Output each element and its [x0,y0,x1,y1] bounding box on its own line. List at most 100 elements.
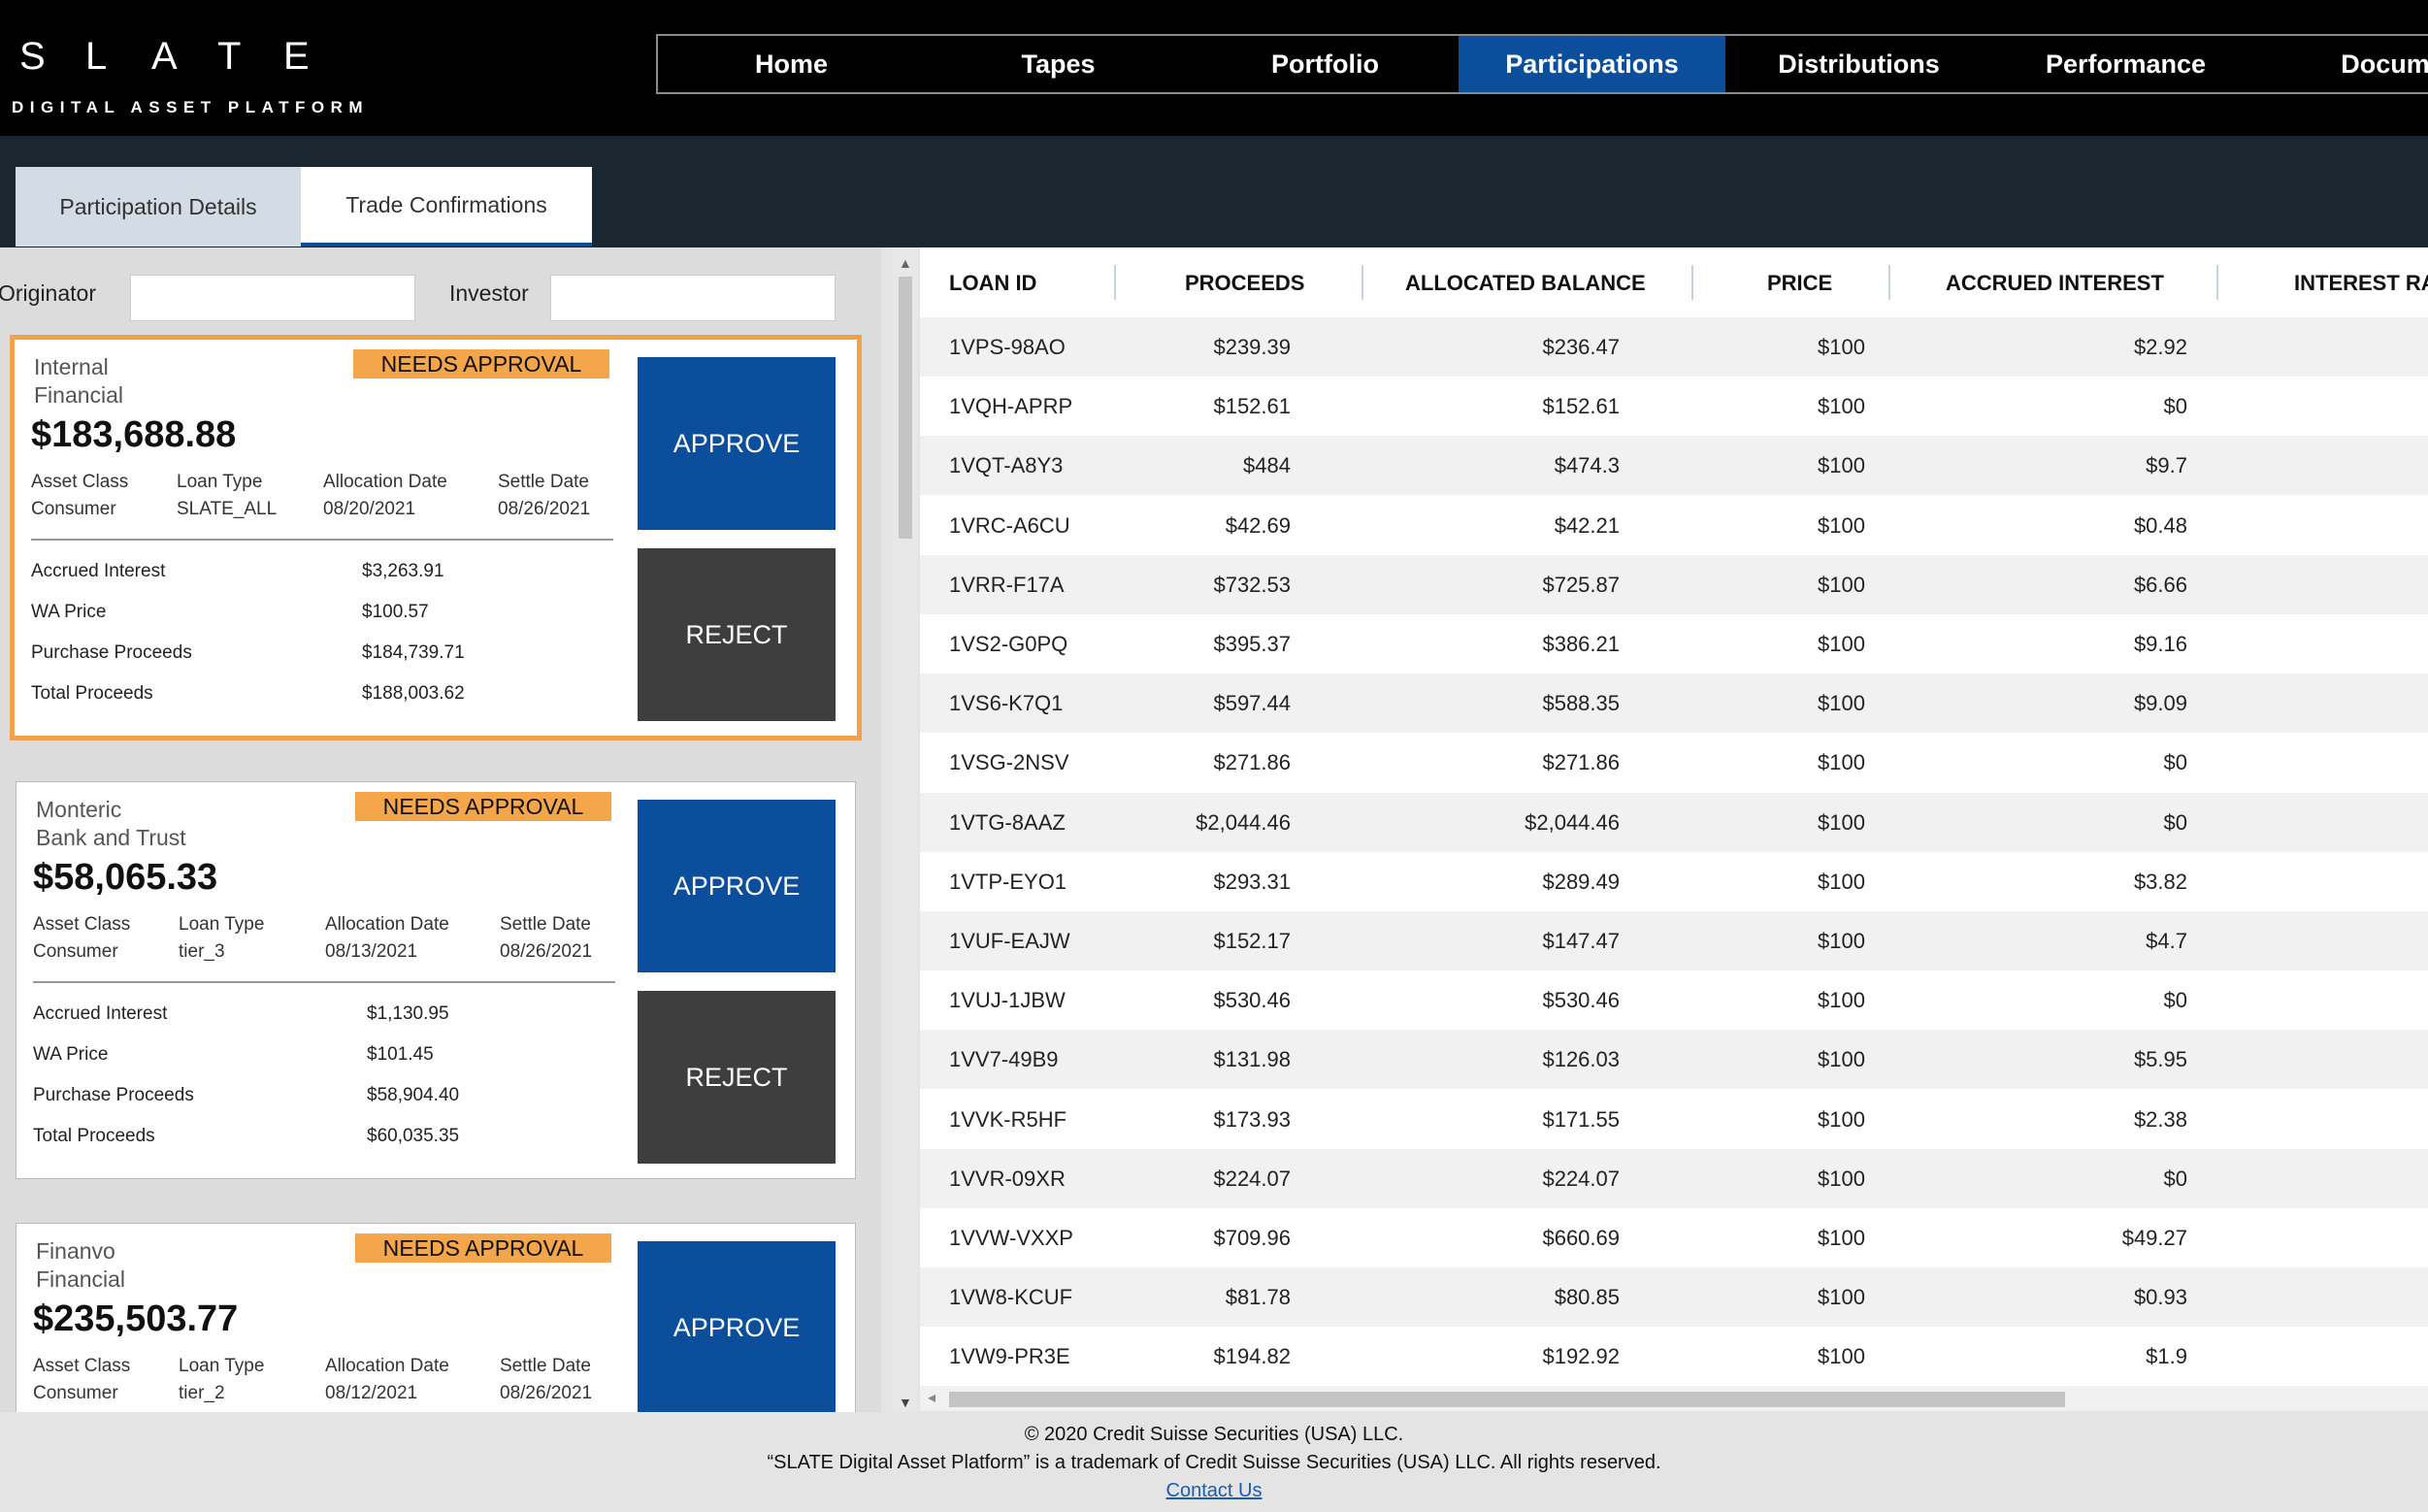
cell-allocated-balance: $80.85 [1554,1285,1620,1310]
cell-proceeds: $597.44 [1213,691,1291,716]
purchase-proceeds-value: $58,904.40 [367,1085,460,1105]
investor-input[interactable] [550,275,836,321]
table-row[interactable]: 1VPS-98AO $239.39 $236.47 $100 $2.92 [920,317,2428,377]
approve-button[interactable]: APPROVE [638,357,836,530]
table-row[interactable]: 1VQT-A8Y3 $484 $474.3 $100 $9.7 [920,436,2428,496]
card-originator-line2: Financial [34,382,124,408]
tab-trade-confirmations[interactable]: Trade Confirmations [301,167,592,247]
settle-date-value: 08/26/2021 [500,941,593,962]
table-row[interactable]: 1VW9-PR3E $194.82 $192.92 $100 $1.9 [920,1327,2428,1387]
nav-home[interactable]: Home [658,36,925,92]
cell-allocated-balance: $236.47 [1542,335,1620,359]
loan-type-value: tier_3 [179,941,225,962]
cell-accrued-interest: $0 [2163,1166,2187,1191]
cell-accrued-interest: $9.09 [2133,691,2187,716]
cell-accrued-interest: $5.95 [2133,1047,2187,1072]
contact-us-link[interactable]: Contact Us [0,1480,2428,1502]
scrollbar-thumb[interactable] [899,277,912,539]
cell-loan-id: 1VVR-09XR [949,1166,1066,1191]
scroll-left-icon[interactable]: ◂ [928,1388,935,1407]
asset-class-label: Asset Class [31,472,129,492]
table-horizontal-scrollbar[interactable]: ◂ [920,1386,2428,1411]
logo-letter: S [19,35,46,78]
table-row[interactable]: 1VQH-APRP $152.61 $152.61 $100 $0 [920,377,2428,437]
allocation-date-value: 08/20/2021 [323,499,416,519]
col-accrued-interest[interactable]: ACCRUED INTEREST [1946,271,2164,296]
total-proceeds-value: $188,003.62 [362,683,465,704]
table-row[interactable]: 1VUF-EAJW $152.17 $147.47 $100 $4.7 [920,911,2428,970]
slate-logo[interactable]: S L A T E DIGITAL ASSET PLATFORM [12,35,363,122]
table-row[interactable]: 1VW8-KCUF $81.78 $80.85 $100 $0.93 [920,1267,2428,1328]
allocation-date-value: 08/12/2021 [325,1383,418,1403]
cell-loan-id: 1VPS-98AO [949,335,1066,359]
nav-portfolio[interactable]: Portfolio [1192,36,1459,92]
col-proceeds[interactable]: PROCEEDS [1185,271,1304,296]
wa-price-label: WA Price [31,602,107,622]
cell-allocated-balance: $192.92 [1542,1344,1620,1369]
cell-accrued-interest: $6.66 [2133,572,2187,597]
cell-price: $100 [1818,1344,1865,1369]
reject-button[interactable]: REJECT [638,548,836,721]
table-row[interactable]: 1VVR-09XR $224.07 $224.07 $100 $0 [920,1148,2428,1208]
cell-accrued-interest: $1.9 [2146,1344,2187,1369]
main-nav: Home Tapes Portfolio Participations Dist… [656,34,2428,94]
card-amount: $58,065.33 [33,857,218,898]
nav-tapes[interactable]: Tapes [925,36,1192,92]
participation-card[interactable]: Finanvo Financial NEEDS APPROVAL $235,50… [16,1223,856,1412]
cell-price: $100 [1818,1226,1865,1250]
table-row[interactable]: 1VSG-2NSV $271.86 $271.86 $100 $0 [920,733,2428,793]
col-loan-id[interactable]: LOAN ID [949,271,1036,296]
table-row[interactable]: 1VTG-8AAZ $2,044.46 $2,044.46 $100 $0 [920,792,2428,852]
cell-accrued-interest: $0.93 [2133,1285,2187,1310]
participation-card[interactable]: Internal Financial NEEDS APPROVAL $183,6… [10,335,862,740]
cell-allocated-balance: $171.55 [1542,1106,1620,1132]
reject-button[interactable]: REJECT [638,991,836,1164]
card-originator: Monteric Bank and Trust [36,796,327,852]
cell-loan-id: 1VVK-R5HF [949,1106,1067,1132]
logo-letter: L [85,35,108,78]
nav-documents[interactable]: Docume [2259,36,2428,92]
cell-accrued-interest: $0 [2163,809,2187,835]
nav-participations[interactable]: Participations [1459,36,1725,92]
cell-accrued-interest: $0 [2163,750,2187,775]
col-price[interactable]: PRICE [1767,271,1832,296]
table-row[interactable]: 1VS6-K7Q1 $597.44 $588.35 $100 $9.09 [920,674,2428,734]
cell-allocated-balance: $530.46 [1542,988,1620,1013]
settle-date-value: 08/26/2021 [500,1383,593,1403]
table-row[interactable]: 1VVW-VXXP $709.96 $660.69 $100 $49.27 [920,1208,2428,1267]
table-row[interactable]: 1VS2-G0PQ $395.37 $386.21 $100 $9.16 [920,614,2428,674]
tab-participation-details[interactable]: Participation Details [16,167,301,247]
nav-performance[interactable]: Performance [1992,36,2259,92]
cell-accrued-interest: $9.7 [2146,453,2187,478]
col-interest-rate[interactable]: INTEREST RA [2294,271,2428,296]
left-panel-scrollbar[interactable]: ▲ ▼ [893,247,918,1412]
footer-trademark: “SLATE Digital Asset Platform” is a trad… [767,1452,1661,1473]
table-row[interactable]: 1VVK-R5HF $173.93 $171.55 $100 $2.38 [920,1089,2428,1149]
status-badge: NEEDS APPROVAL [353,349,609,378]
cell-loan-id: 1VRR-F17A [949,572,1065,597]
cell-allocated-balance: $289.49 [1542,869,1620,894]
nav-distributions[interactable]: Distributions [1725,36,1992,92]
participation-card[interactable]: Monteric Bank and Trust NEEDS APPROVAL $… [16,781,856,1179]
card-amount: $183,688.88 [31,414,237,455]
card-originator-line2: Bank and Trust [36,825,186,850]
cell-loan-id: 1VW8-KCUF [949,1285,1073,1310]
table-row[interactable]: 1VRC-A6CU $42.69 $42.21 $100 $0.48 [920,495,2428,555]
table-row[interactable]: 1VTP-EYO1 $293.31 $289.49 $100 $3.82 [920,851,2428,911]
cell-allocated-balance: $588.35 [1542,691,1620,716]
scroll-up-icon[interactable]: ▲ [899,255,912,271]
allocation-date-label: Allocation Date [325,1356,449,1376]
scroll-down-icon[interactable]: ▼ [899,1395,912,1410]
table-row[interactable]: 1VUJ-1JBW $530.46 $530.46 $100 $0 [920,970,2428,1031]
logo-tagline: DIGITAL ASSET PLATFORM [12,98,370,116]
cell-proceeds: $530.46 [1213,988,1291,1013]
approve-button[interactable]: APPROVE [638,800,836,972]
table-row[interactable]: 1VV7-49B9 $131.98 $126.03 $100 $5.95 [920,1030,2428,1090]
scrollbar-thumb[interactable] [949,1392,2065,1407]
col-allocated-balance[interactable]: ALLOCATED BALANCE [1405,271,1646,296]
originator-input[interactable] [130,275,415,321]
approve-button[interactable]: APPROVE [638,1241,836,1412]
card-originator: Finanvo Financial [36,1237,327,1294]
cell-price: $100 [1818,929,1865,953]
table-row[interactable]: 1VRR-F17A $732.53 $725.87 $100 $6.66 [920,554,2428,614]
